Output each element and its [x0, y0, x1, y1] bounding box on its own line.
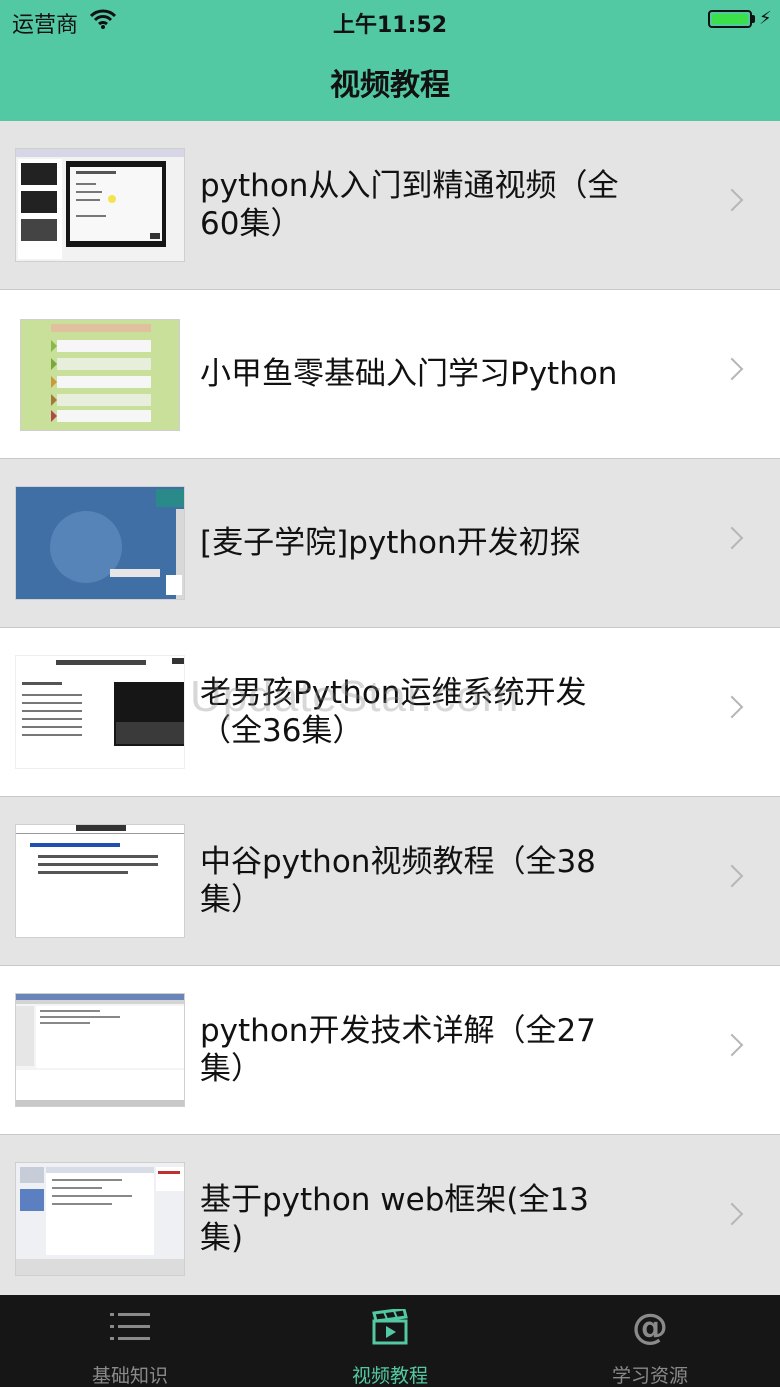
item-title: 基于python web框架(全13集)	[200, 1182, 589, 1256]
chevron-right-icon	[720, 1033, 744, 1057]
video-thumbnail	[15, 993, 185, 1107]
list-icon	[110, 1313, 150, 1340]
video-thumbnail	[15, 655, 185, 769]
tab-label: 视频教程	[351, 1365, 428, 1387]
clapperboard-icon	[372, 1309, 408, 1345]
tab-basics[interactable]: 基础知识	[0, 1295, 260, 1387]
video-thumbnail	[15, 486, 185, 600]
chevron-right-icon	[720, 357, 744, 381]
tab-label: 学习资源	[611, 1365, 688, 1387]
chevron-right-icon	[720, 526, 744, 550]
item-title: [麦子学院]python开发初探	[200, 525, 581, 561]
chevron-right-icon	[720, 188, 744, 212]
video-thumbnail	[15, 1162, 185, 1276]
video-thumbnail	[20, 319, 180, 431]
nav-header: 运营商 上午11:52 ⚡ 视频教程	[0, 0, 780, 121]
list-item[interactable]: 基于python web框架(全13集)	[0, 1135, 780, 1295]
item-title: 小甲鱼零基础入门学习Python	[200, 356, 618, 392]
page-title: 视频教程	[330, 68, 450, 103]
status-bar: 运营商 上午11:52 ⚡	[0, 0, 780, 40]
battery-icon	[708, 10, 752, 28]
status-time: 上午11:52	[332, 13, 448, 38]
tab-resources[interactable]: @ 学习资源	[520, 1295, 780, 1387]
charging-icon: ⚡	[759, 8, 772, 29]
watermark: UpdateStar.com	[190, 672, 520, 721]
list-item[interactable]: [麦子学院]python开发初探	[0, 459, 780, 628]
chevron-right-icon	[720, 864, 744, 888]
item-title: python开发技术详解（全27集）	[200, 1013, 596, 1087]
item-title: python从入门到精通视频（全60集）	[200, 168, 619, 242]
list-item[interactable]: python从入门到精通视频（全60集）	[0, 121, 780, 290]
item-title: 中谷python视频教程（全38集）	[200, 844, 596, 918]
svg-text:@: @	[632, 1309, 668, 1345]
video-thumbnail	[15, 824, 185, 938]
list-item[interactable]: python开发技术详解（全27集）	[0, 966, 780, 1135]
tab-bar: 基础知识 视频教程 @ 学习资源	[0, 1295, 780, 1387]
tab-label: 基础知识	[91, 1365, 168, 1387]
chevron-right-icon	[720, 695, 744, 719]
video-thumbnail	[15, 148, 185, 262]
at-icon: @	[632, 1309, 668, 1345]
list-item[interactable]: 小甲鱼零基础入门学习Python	[0, 290, 780, 459]
list-item[interactable]: 中谷python视频教程（全38集）	[0, 797, 780, 966]
chevron-right-icon	[720, 1202, 744, 1226]
tab-videos[interactable]: 视频教程	[260, 1295, 520, 1387]
video-list[interactable]: python从入门到精通视频（全60集） 小甲鱼零基础入门学习Python [麦…	[0, 121, 780, 1295]
battery-nub	[752, 15, 755, 23]
